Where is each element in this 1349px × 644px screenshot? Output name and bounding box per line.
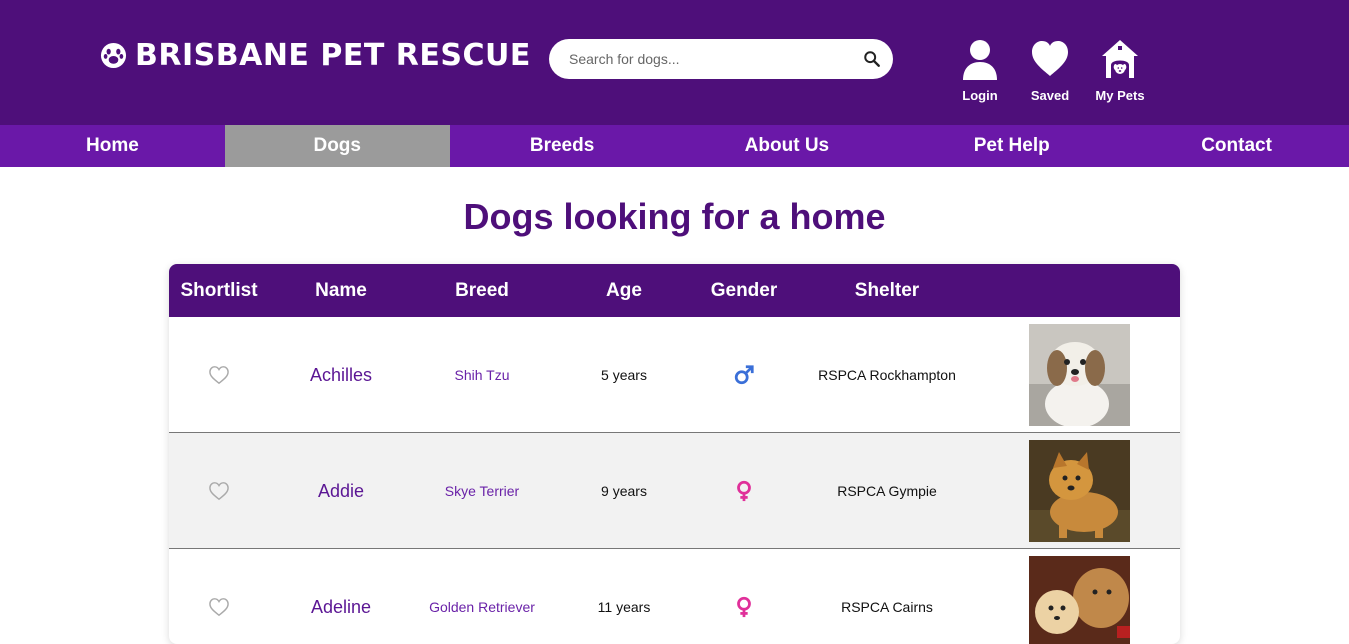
- dog-photo[interactable]: [1028, 324, 1130, 426]
- shortlist-button[interactable]: [169, 433, 269, 549]
- search-input[interactable]: [569, 49, 849, 69]
- search-bar: [549, 39, 893, 79]
- user-icon: [963, 40, 997, 80]
- paw-icon: [100, 42, 127, 69]
- table-row[interactable]: Adeline Golden Retriever 11 years RSPCA …: [169, 549, 1180, 644]
- dog-photo[interactable]: [1028, 440, 1130, 542]
- dog-gender: [694, 549, 794, 644]
- header-gender: Gender: [710, 280, 778, 301]
- dogs-table: Shortlist Name Breed Age Gender Shelter …: [169, 264, 1180, 644]
- dog-shelter: RSPCA Rockhampton: [818, 367, 956, 383]
- dog-house-icon: [1102, 40, 1138, 78]
- female-icon: [737, 596, 751, 618]
- dog-age: 5 years: [601, 367, 647, 383]
- dog-name-link[interactable]: Adeline: [311, 597, 371, 618]
- dog-breed-link[interactable]: Skye Terrier: [445, 483, 519, 499]
- site-logo[interactable]: BRISBANE PET RESCUE: [100, 38, 531, 73]
- dog-breed-link[interactable]: Golden Retriever: [429, 599, 535, 615]
- shortlist-button[interactable]: [169, 549, 269, 644]
- heart-outline-icon: [209, 598, 229, 617]
- header-name: Name: [315, 280, 367, 301]
- nav-dogs[interactable]: Dogs: [224, 125, 450, 167]
- main-nav: Home Dogs Breeds About Us Pet Help Conta…: [0, 125, 1349, 167]
- nav-pet-help[interactable]: Pet Help: [899, 125, 1124, 167]
- table-row[interactable]: Achilles Shih Tzu 5 years RSPCA Rockhamp…: [169, 317, 1180, 433]
- dog-breed-link[interactable]: Shih Tzu: [455, 367, 510, 383]
- nav-contact[interactable]: Contact: [1124, 125, 1349, 167]
- shortlist-button[interactable]: [169, 317, 269, 433]
- dog-photo[interactable]: [1028, 556, 1130, 644]
- heart-outline-icon: [209, 366, 229, 385]
- heart-icon: [1032, 41, 1068, 76]
- login-label: Login: [962, 88, 998, 103]
- male-icon: [734, 365, 754, 385]
- header-age: Age: [606, 280, 642, 301]
- dog-name-link[interactable]: Achilles: [310, 365, 372, 386]
- heart-outline-icon: [209, 482, 229, 501]
- dog-gender: [694, 317, 794, 433]
- dog-shelter: RSPCA Cairns: [841, 599, 933, 615]
- my-pets-link[interactable]: My Pets: [1090, 38, 1150, 103]
- dog-age: 11 years: [597, 599, 651, 615]
- saved-link[interactable]: Saved: [1020, 38, 1080, 103]
- nav-about-us[interactable]: About Us: [674, 125, 899, 167]
- saved-label: Saved: [1030, 88, 1070, 103]
- female-icon: [737, 480, 751, 502]
- dog-name-link[interactable]: Addie: [318, 481, 364, 502]
- dog-age: 9 years: [601, 483, 647, 499]
- my-pets-label: My Pets: [1095, 88, 1145, 103]
- header-shelter: Shelter: [854, 280, 920, 301]
- site-header: BRISBANE PET RESCUE Login Saved: [0, 0, 1349, 125]
- search-icon[interactable]: [863, 50, 881, 68]
- table-row[interactable]: Addie Skye Terrier 9 years RSPCA Gympie: [169, 433, 1180, 549]
- header-shortlist: Shortlist: [180, 280, 258, 301]
- login-link[interactable]: Login: [950, 38, 1010, 103]
- nav-breeds[interactable]: Breeds: [450, 125, 675, 167]
- header-breed: Breed: [455, 280, 509, 301]
- nav-home[interactable]: Home: [0, 125, 225, 167]
- site-title: BRISBANE PET RESCUE: [135, 38, 531, 73]
- page-title: Dogs looking for a home: [463, 196, 886, 237]
- table-header: Shortlist Name Breed Age Gender Shelter: [169, 264, 1180, 317]
- dog-gender: [694, 433, 794, 549]
- dog-shelter: RSPCA Gympie: [837, 483, 937, 499]
